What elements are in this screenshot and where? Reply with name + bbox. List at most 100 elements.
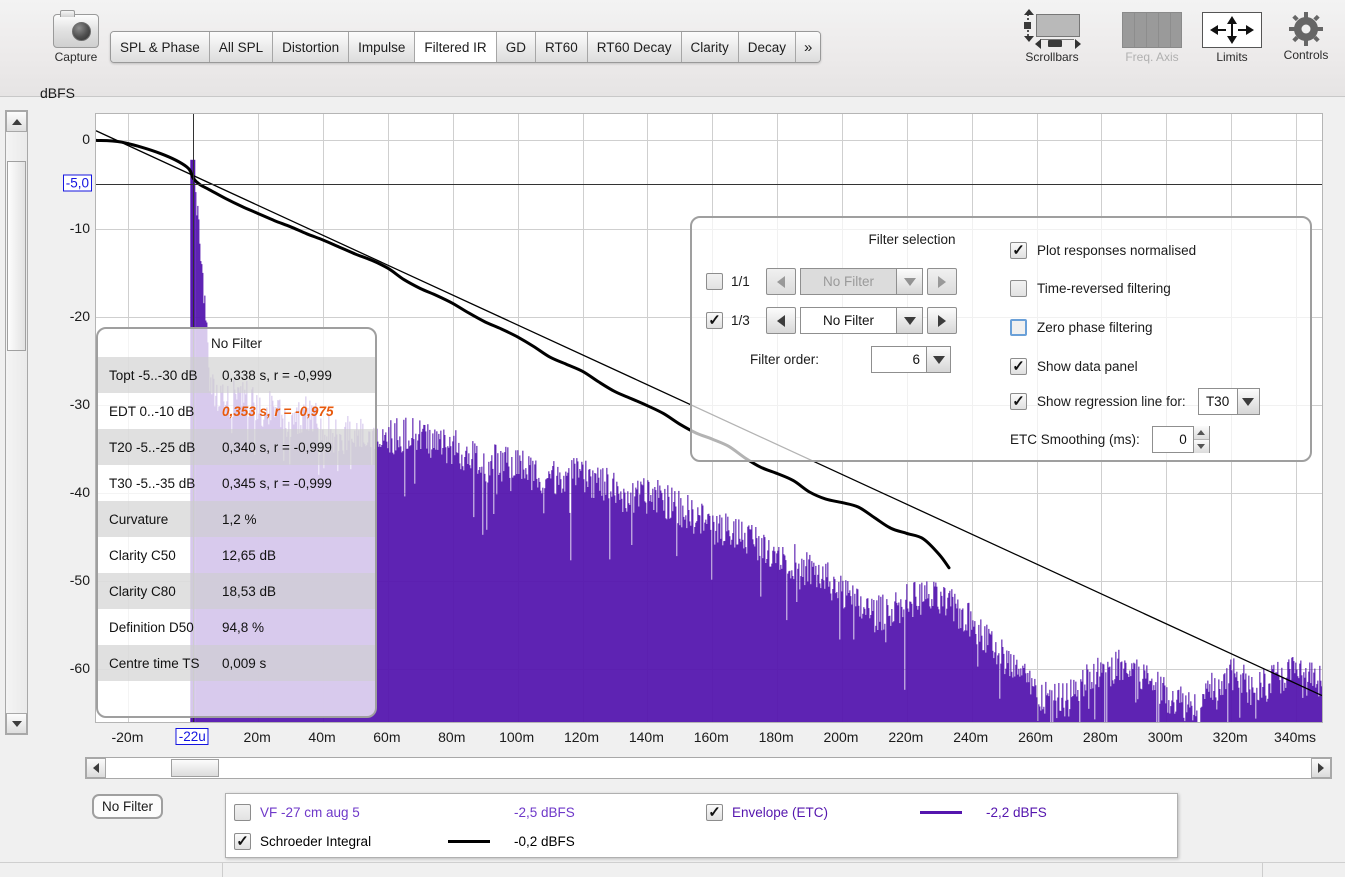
octave-1-1-prev-button[interactable] bbox=[766, 268, 796, 295]
octave-1-1-checkbox[interactable] bbox=[706, 273, 723, 290]
tab-label: GD bbox=[505, 39, 526, 55]
chevron-left-icon bbox=[777, 275, 785, 288]
checkbox-zero-phase-filtering[interactable] bbox=[1010, 319, 1027, 336]
etc-smoothing-value: 0 bbox=[1179, 432, 1187, 447]
data-panel-row: Curvature 1,2 % bbox=[98, 501, 375, 537]
scroll-left-button[interactable] bbox=[86, 758, 106, 778]
chevron-down-icon[interactable] bbox=[1236, 389, 1259, 414]
x-axis-labels: -20m 20m 40m 60m 80m 100m 120m 140m 160m 180m 200m… bbox=[95, 727, 1323, 753]
freq-axis-icon bbox=[1122, 12, 1182, 48]
data-panel: No Filter Topt -5..-30 dB 0,338 s, r = -0… bbox=[96, 327, 377, 718]
x-axis-tick: 240m bbox=[953, 729, 989, 745]
cursor-horizontal-line bbox=[96, 184, 1322, 185]
chevron-down-icon[interactable] bbox=[896, 269, 922, 294]
legend-label[interactable]: Schroeder Integral bbox=[260, 834, 430, 849]
regression-type-value: T30 bbox=[1205, 394, 1230, 409]
no-filter-badge: No Filter bbox=[92, 794, 164, 819]
octave-1-3-combo[interactable]: No Filter bbox=[800, 307, 923, 334]
vertical-scroll-thumb[interactable] bbox=[7, 161, 26, 351]
data-panel-value: 0,345 s, r = -0,999 bbox=[222, 475, 332, 491]
option-row: Zero phase filtering bbox=[1010, 319, 1153, 336]
octave-1-3-next-button[interactable] bbox=[927, 307, 957, 334]
x-axis-tick: 340ms bbox=[1274, 729, 1317, 745]
tab-spl-phase[interactable]: SPL & Phase bbox=[111, 32, 210, 62]
x-axis-tick: 100m bbox=[499, 729, 535, 745]
tab-impulse[interactable]: Impulse bbox=[349, 32, 416, 62]
tab-all-spl[interactable]: All SPL bbox=[209, 32, 274, 62]
legend-checkbox[interactable] bbox=[234, 803, 251, 821]
scroll-down-button[interactable] bbox=[6, 713, 27, 734]
view-tab-strip[interactable]: SPL & Phase All SPL Distortion Impulse Filte… bbox=[110, 31, 822, 63]
horizontal-scroll-thumb[interactable] bbox=[171, 759, 219, 777]
limits-label: Limits bbox=[1216, 50, 1248, 64]
x-axis-tick: 220m bbox=[888, 729, 924, 745]
tab-clarity[interactable]: Clarity bbox=[681, 32, 739, 62]
horizontal-scrollbar[interactable] bbox=[85, 757, 1332, 779]
legend: VF -27 cm aug 5 -2,5 dBFS ✓ Envelope (ETC) -… bbox=[225, 793, 1178, 858]
filter-selection-title: Filter selection bbox=[868, 232, 956, 247]
tab-label: Impulse bbox=[358, 39, 406, 55]
y-axis-tick: -40 bbox=[69, 483, 90, 500]
chevron-up-icon bbox=[11, 118, 22, 125]
limits-button[interactable]: Limits bbox=[1185, 12, 1279, 64]
gear-icon bbox=[1289, 12, 1323, 46]
octave-1-1-next-button[interactable] bbox=[927, 268, 957, 295]
data-panel-value: 0,340 s, r = -0,999 bbox=[222, 439, 332, 455]
tab-filtered-ir[interactable]: Filtered IR bbox=[415, 32, 497, 62]
scroll-up-button[interactable] bbox=[6, 111, 27, 132]
data-panel-key: Topt -5..-30 dB bbox=[109, 367, 198, 383]
octave-1-3-prev-button[interactable] bbox=[766, 307, 796, 334]
show-regression-checkbox[interactable]: ✓ bbox=[1010, 393, 1027, 410]
checkbox-plot-responses-normalised[interactable]: ✓ bbox=[1010, 242, 1027, 259]
tab-decay[interactable]: Decay bbox=[738, 32, 797, 62]
y-axis-tick: 0 bbox=[82, 131, 90, 148]
chevron-down-icon[interactable] bbox=[926, 347, 951, 372]
vertical-scrollbar[interactable] bbox=[5, 110, 28, 735]
show-regression-label: Show regression line for: bbox=[1037, 394, 1186, 409]
stepper-down-button[interactable] bbox=[1193, 440, 1209, 453]
tab-rt60[interactable]: RT60 bbox=[535, 32, 588, 62]
octave-1-3-label: 1/3 bbox=[731, 313, 750, 328]
data-panel-row: Definition D50 94,8 % bbox=[98, 609, 375, 645]
legend-checkbox[interactable]: ✓ bbox=[706, 803, 723, 821]
regression-type-combo[interactable]: T30 bbox=[1197, 388, 1260, 415]
octave-1-1-combo[interactable]: No Filter bbox=[800, 268, 923, 295]
tab-label: Distortion bbox=[282, 39, 340, 55]
legend-checkbox[interactable]: ✓ bbox=[234, 832, 251, 850]
y-axis-tick: -60 bbox=[69, 660, 90, 677]
filter-order-combo[interactable]: 6 bbox=[871, 346, 952, 373]
controls-button[interactable]: Controls bbox=[1268, 12, 1344, 62]
chevron-down-icon bbox=[11, 720, 22, 727]
scroll-right-button[interactable] bbox=[1311, 758, 1331, 778]
tab-label: SPL & Phase bbox=[120, 39, 200, 55]
octave-1-3-checkbox[interactable]: ✓ bbox=[706, 312, 723, 329]
etc-smoothing-stepper[interactable] bbox=[1192, 426, 1209, 453]
x-cursor-readout[interactable]: -22u bbox=[175, 728, 209, 745]
tab-rt60-decay[interactable]: RT60 Decay bbox=[587, 32, 682, 62]
checkbox-label: Zero phase filtering bbox=[1037, 320, 1153, 335]
tab-label: Clarity bbox=[690, 39, 729, 55]
legend-swatch bbox=[902, 810, 980, 814]
stepper-up-button[interactable] bbox=[1193, 426, 1209, 440]
y-cursor-readout[interactable]: -5,0 bbox=[62, 174, 92, 192]
tab-distortion[interactable]: Distortion bbox=[273, 32, 350, 62]
data-panel-value: 0,338 s, r = -0,999 bbox=[222, 367, 332, 383]
x-axis-tick: 300m bbox=[1147, 729, 1183, 745]
option-row: ✓ Show data panel bbox=[1010, 358, 1138, 375]
checkbox-show-data-panel[interactable]: ✓ bbox=[1010, 358, 1027, 375]
legend-label[interactable]: Envelope (ETC) bbox=[732, 805, 902, 820]
chevron-down-icon[interactable] bbox=[896, 308, 922, 333]
etc-smoothing-field[interactable]: 0 bbox=[1151, 426, 1210, 453]
legend-value: -2,2 dBFS bbox=[986, 804, 1047, 820]
tab-label: RT60 Decay bbox=[596, 39, 672, 55]
data-panel-row: T30 -5..-35 dB 0,345 s, r = -0,999 bbox=[98, 465, 375, 501]
regression-row: ✓ Show regression line for: T30 bbox=[1010, 388, 1260, 415]
scrollbars-button[interactable]: Scrollbars bbox=[1000, 9, 1104, 64]
tab-label: Decay bbox=[747, 39, 787, 55]
checkbox-time-reversed-filtering[interactable] bbox=[1010, 280, 1027, 297]
tab-[interactable]: » bbox=[796, 32, 821, 62]
octave-1-3-row: ✓ 1/3 No Filter bbox=[706, 307, 957, 334]
legend-label[interactable]: VF -27 cm aug 5 bbox=[260, 805, 430, 820]
x-axis-tick: 40m bbox=[308, 729, 336, 745]
tab-gd[interactable]: GD bbox=[496, 32, 536, 62]
